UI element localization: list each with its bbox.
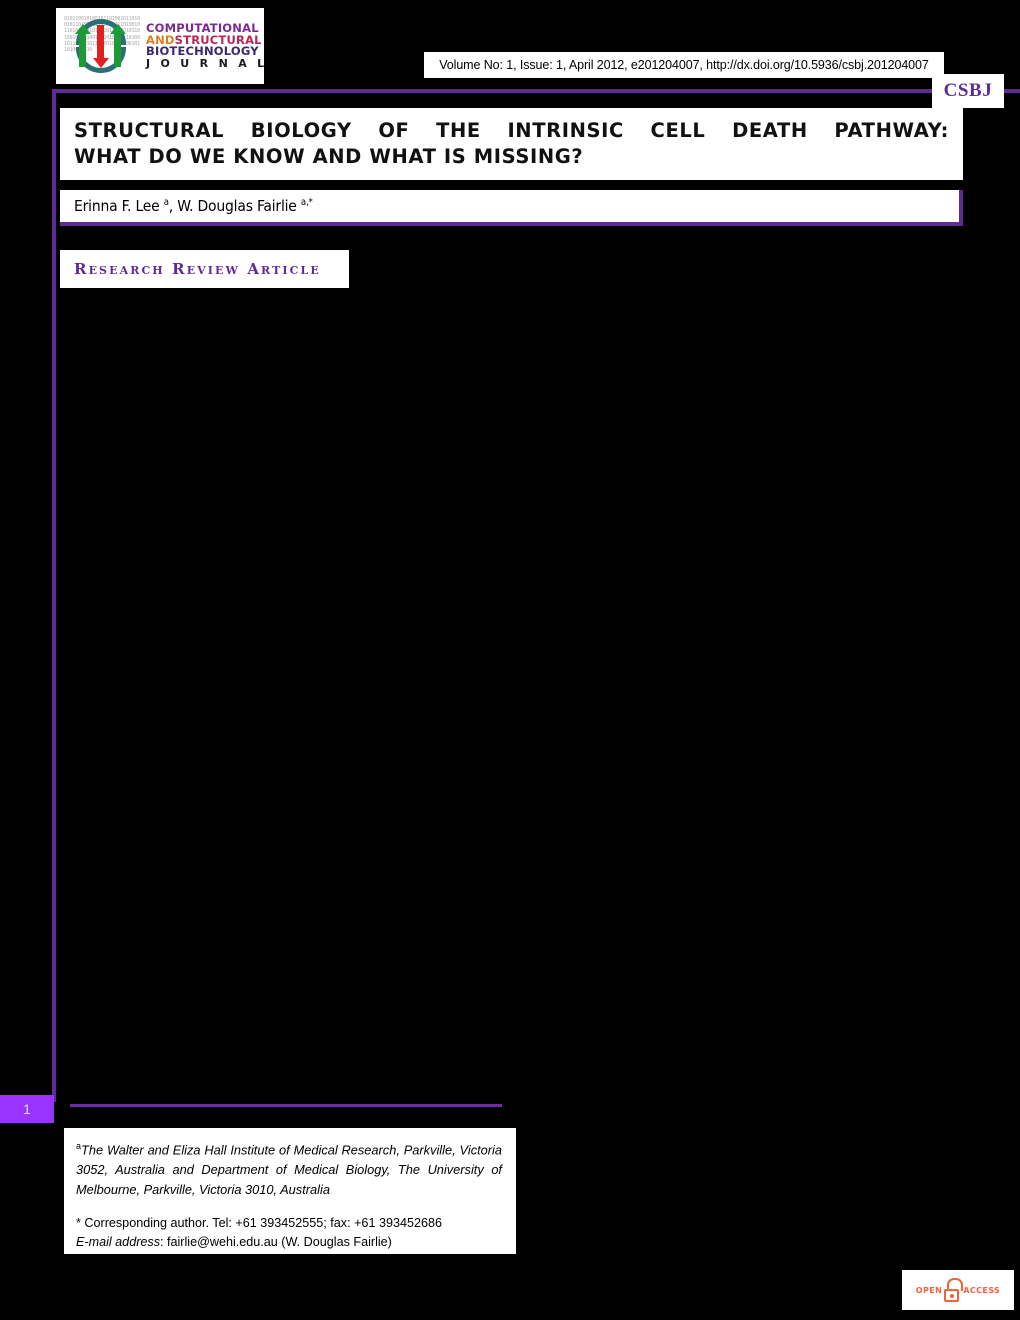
open-access-badge: OPEN ACCESS	[902, 1270, 1014, 1310]
author-list: Erinna F. Lee a, W. Douglas Fairlie a,*	[74, 197, 313, 215]
author-name-2: , W. Douglas Fairlie	[168, 197, 301, 216]
corresponding-author-text: * Corresponding author. Tel: +61 3934525…	[76, 1215, 442, 1230]
journal-abbrev-tab: CSBJ	[932, 74, 1004, 108]
journal-logo-mark-icon: 0101100101001011010010110100101101001011…	[64, 16, 140, 76]
corresponding-email-line: E-mail address: fairlie@wehi.edu.au (W. …	[76, 1233, 502, 1252]
article-page: 0101100101001011010010110100101101001011…	[0, 0, 1020, 1320]
volume-citation-banner: Volume No: 1, Issue: 1, April 2012, e201…	[424, 52, 944, 78]
open-padlock-icon	[944, 1278, 964, 1302]
corresponding-author-block: * Corresponding author. Tel: +61 3934525…	[76, 1214, 502, 1252]
title-block: STRUCTURAL BIOLOGY OF THE INTRINSIC CELL…	[60, 108, 963, 180]
email-value[interactable]: : fairlie@wehi.edu.au (W. Douglas Fairli…	[160, 1235, 392, 1249]
author-name-1: Erinna F. Lee	[74, 197, 164, 216]
article-type-badge: Research Review Article	[60, 250, 349, 288]
affiliation-text: aThe Walter and Eliza Hall Institute of …	[76, 1140, 502, 1200]
page-border-vertical	[52, 89, 56, 1102]
logo-line-journal: J O U R N A L	[146, 56, 268, 70]
page-number-badge: 1	[0, 1095, 54, 1123]
affiliation-body: The Walter and Eliza Hall Institute of M…	[76, 1142, 502, 1197]
author-affiliation-marker-2: a,*	[300, 196, 313, 208]
header-divider-horizontal	[52, 89, 1020, 93]
email-label: E-mail address	[76, 1234, 160, 1249]
author-block: Erinna F. Lee a, W. Douglas Fairlie a,*	[60, 190, 963, 226]
open-access-label-right: ACCESS	[963, 1285, 1001, 1295]
page-title-line-2: WHAT DO WE KNOW AND WHAT IS MISSING?	[74, 144, 584, 168]
journal-logo: 0101100101001011010010110100101101001011…	[56, 8, 264, 84]
footnote-block: aThe Walter and Eliza Hall Institute of …	[64, 1128, 516, 1254]
page-title-line-1: STRUCTURAL BIOLOGY OF THE INTRINSIC CELL…	[74, 119, 949, 142]
article-type-label: Research Review Article	[74, 260, 321, 278]
journal-logo-wordmark: COMPUTATIONAL ANDSTRUCTURAL BIOTECHNOLOG…	[146, 22, 268, 70]
open-access-label-left: OPEN	[915, 1285, 943, 1295]
footnote-divider	[70, 1104, 502, 1107]
